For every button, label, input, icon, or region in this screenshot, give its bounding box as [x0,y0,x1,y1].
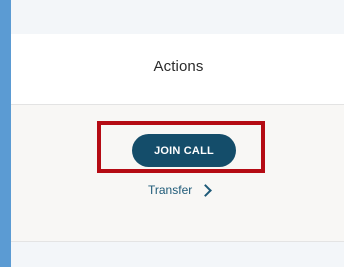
chevron-right-icon [199,184,213,197]
top-strip [11,0,344,34]
app-window: Actions JOIN CALL Transfer [11,0,344,267]
table-header-row: Actions [11,34,344,105]
join-call-button[interactable]: JOIN CALL [132,134,236,167]
transfer-link[interactable]: Transfer [148,183,213,197]
transfer-label: Transfer [148,183,193,197]
next-row [11,242,344,267]
table-row: JOIN CALL Transfer [11,105,344,242]
actions-column-header: Actions [153,58,204,75]
